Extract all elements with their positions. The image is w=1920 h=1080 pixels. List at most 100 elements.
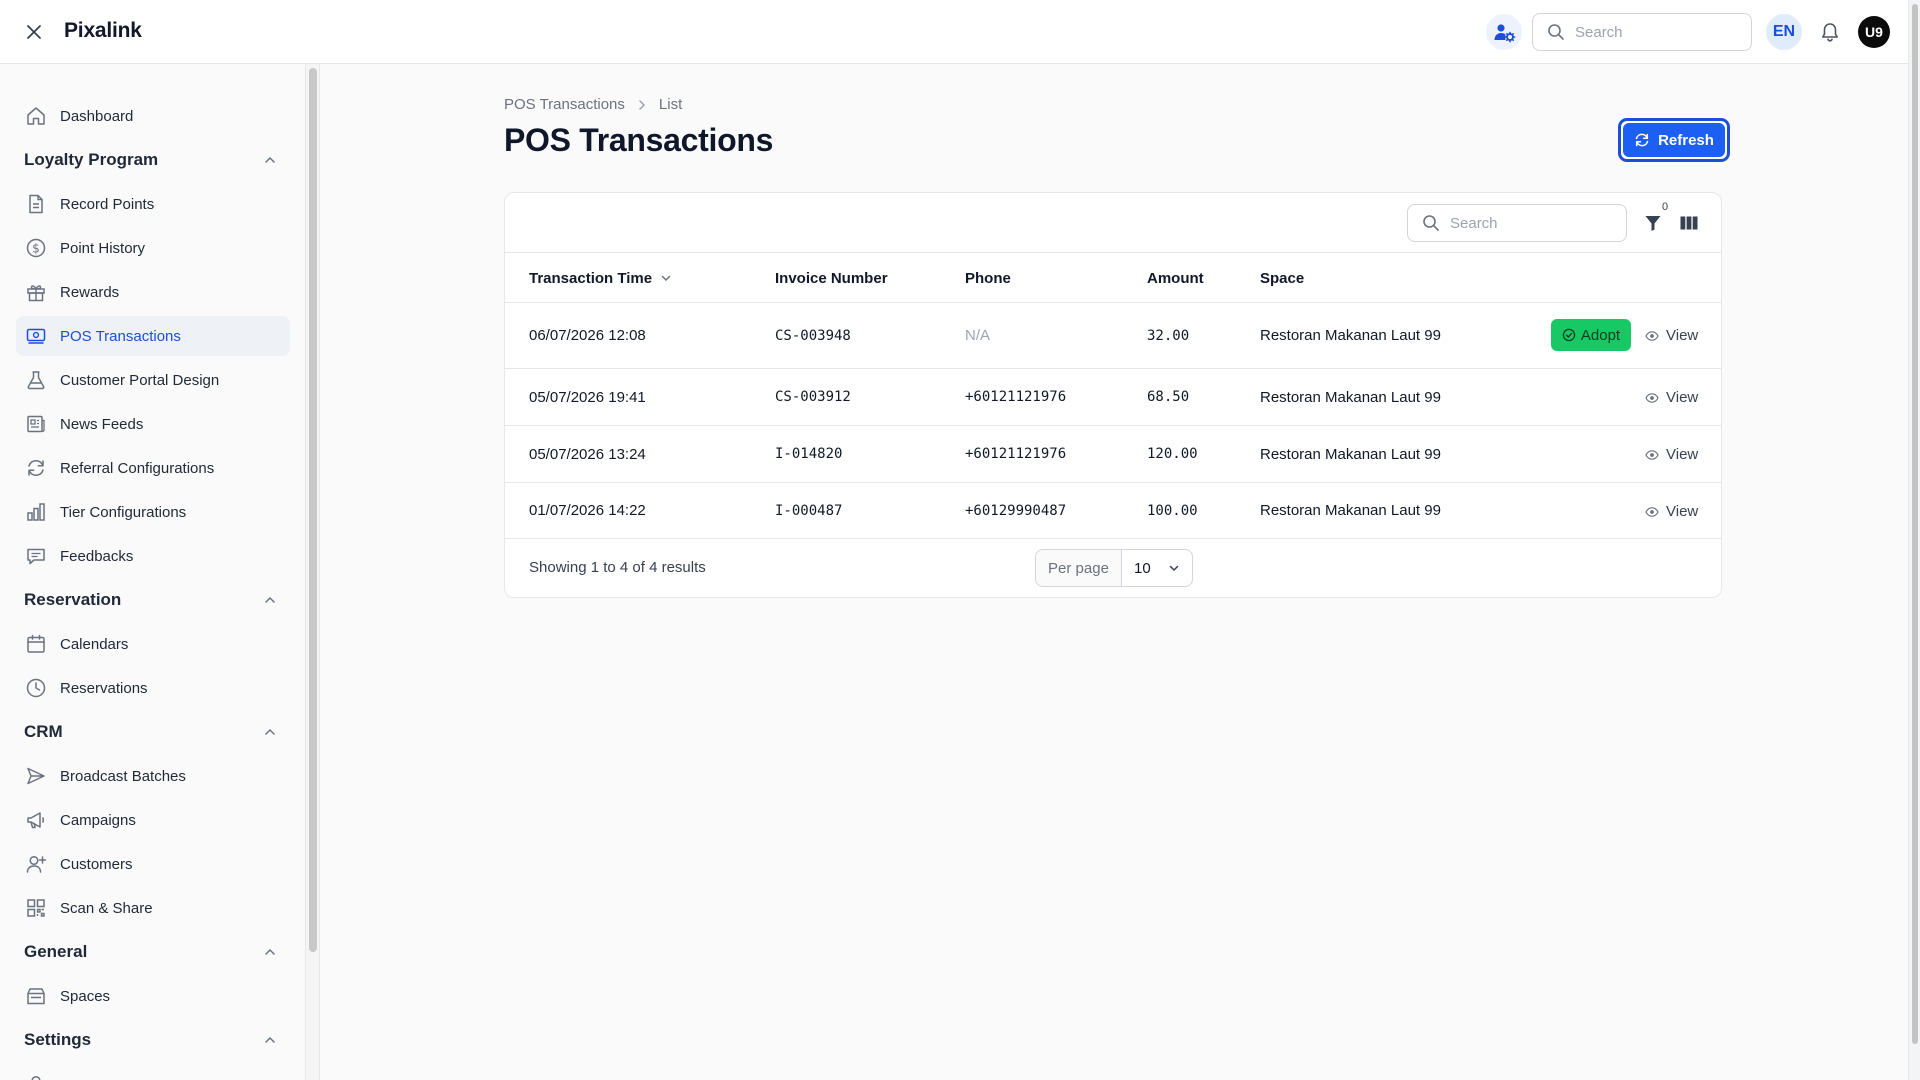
sidebar-item-point-history[interactable]: $ Point History (16, 228, 290, 268)
sidebar-group-settings[interactable]: Settings (24, 1026, 290, 1054)
per-page-value: 10 (1134, 559, 1151, 577)
sidebar-item-broadcast-batches[interactable]: Broadcast Batches (16, 756, 290, 796)
sidebar-group-label: Settings (24, 1030, 92, 1049)
sidebar-item-rewards[interactable]: Rewards (16, 272, 290, 312)
sidebar-scrollbar[interactable] (306, 64, 320, 1080)
sidebar-item-feedbacks[interactable]: Feedbacks (16, 536, 290, 576)
sidebar-item-label: Reservations (60, 679, 148, 697)
chat-bubble-icon (24, 544, 48, 568)
table-row: 06/07/2026 12:08 CS-003948 N/A 32.00 Res… (505, 303, 1721, 369)
sidebar-item-scan-share[interactable]: Scan & Share (16, 888, 290, 928)
global-search[interactable] (1532, 13, 1752, 51)
per-page-select[interactable]: 10 (1122, 550, 1192, 586)
sidebar-item-pos-transactions[interactable]: POS Transactions (16, 316, 290, 356)
chevron-up-icon (260, 150, 280, 170)
table-header: Transaction Time Invoice Number Phone Am… (505, 253, 1721, 303)
view-link[interactable]: View (1645, 389, 1698, 406)
sidebar-item-dashboard[interactable]: Dashboard (16, 96, 290, 136)
sidebar-item-label: Calendars (60, 635, 129, 653)
cell-amount: 68.50 (1147, 389, 1190, 405)
sidebar-item-referral-configurations[interactable]: Referral Configurations (16, 448, 290, 488)
cell-transaction-time: 05/07/2026 13:24 (529, 445, 646, 463)
sidebar-item-label: Scan & Share (60, 899, 153, 917)
table-search[interactable] (1407, 204, 1627, 242)
sidebar-item-label: Record Points (60, 195, 155, 213)
cell-amount: 120.00 (1147, 446, 1198, 462)
sidebar-group-label: Loyalty Program (24, 150, 159, 169)
sidebar-scrollbar-thumb[interactable] (309, 68, 317, 952)
view-link[interactable]: View (1645, 327, 1698, 344)
sidebar-item-label: Tier Configurations (60, 503, 187, 521)
avatar[interactable]: U9 (1858, 16, 1890, 48)
table-footer: Showing 1 to 4 of 4 results Per page 10 (505, 539, 1721, 597)
column-header-transaction-time[interactable]: Transaction Time (529, 253, 672, 303)
sidebar-group-loyalty-program[interactable]: Loyalty Program (24, 146, 290, 174)
view-link[interactable]: View (1645, 503, 1698, 520)
sidebar-item-calendars[interactable]: Calendars (16, 624, 290, 664)
sidebar-item-campaigns[interactable]: Campaigns (16, 800, 290, 840)
sidebar-item-label: Point History (60, 239, 146, 257)
columns-icon[interactable] (1677, 211, 1701, 235)
home-icon (24, 104, 48, 128)
cell-phone: +60129990487 (965, 502, 1067, 519)
bell-icon[interactable] (1816, 18, 1844, 46)
close-icon[interactable] (22, 20, 46, 44)
column-header-label: Space (1260, 269, 1305, 287)
sidebar-group-crm[interactable]: CRM (24, 718, 290, 746)
search-icon (1548, 24, 1564, 40)
table-search-input[interactable] (1450, 214, 1610, 232)
column-header-amount: Amount (1147, 253, 1204, 303)
check-circle-icon (1562, 328, 1576, 342)
column-header-label: Invoice Number (775, 269, 888, 287)
send-icon (24, 764, 48, 788)
top-bar: Pixalink EN U9 (0, 0, 1908, 64)
sidebar: Dashboard Loyalty Program Record Points … (0, 64, 306, 1080)
sidebar-item-news-feeds[interactable]: News Feeds (16, 404, 290, 444)
language-switcher[interactable]: EN (1766, 14, 1802, 50)
chevron-up-icon (260, 722, 280, 742)
column-header-label: Amount (1147, 269, 1204, 287)
refresh-button[interactable]: Refresh (1618, 118, 1730, 162)
sidebar-group-general[interactable]: General (24, 938, 290, 966)
chevron-up-icon (260, 1030, 280, 1050)
per-page-control: Per page 10 (1035, 549, 1193, 587)
refresh-arrows-icon (24, 456, 48, 480)
table-row: 01/07/2026 14:22 I-000487 +60129990487 1… (505, 483, 1721, 539)
user-icon (24, 1072, 48, 1080)
sidebar-group-reservation[interactable]: Reservation (24, 586, 290, 614)
adopt-button[interactable]: Adopt (1551, 319, 1631, 351)
refresh-icon (1635, 133, 1649, 147)
sidebar-item-customers[interactable]: Customers (16, 844, 290, 884)
sidebar-item-reservations[interactable]: Reservations (16, 668, 290, 708)
page-scrollbar[interactable] (1908, 0, 1920, 1080)
column-header-space: Space (1260, 253, 1304, 303)
filter-icon[interactable] (1641, 211, 1665, 235)
table-row: 05/07/2026 19:41 CS-003912 +60121121976 … (505, 369, 1721, 426)
page-scrollbar-thumb[interactable] (1912, 4, 1918, 1044)
global-search-input[interactable] (1575, 23, 1735, 41)
cell-space: Restoran Makanan Laut 99 (1260, 502, 1441, 519)
column-header-label: Transaction Time (529, 269, 653, 287)
sidebar-item-spaces[interactable]: Spaces (16, 976, 290, 1016)
view-label: View (1666, 503, 1699, 520)
adopt-label: Adopt (1580, 326, 1621, 344)
table-row: 05/07/2026 13:24 I-014820 +60121121976 1… (505, 426, 1721, 483)
view-link[interactable]: View (1645, 446, 1698, 463)
sidebar-item-label: POS Transactions (60, 327, 181, 345)
sidebar-item-label: Rewards (60, 283, 120, 301)
sidebar-group-label: Reservation (24, 590, 122, 609)
eye-icon (1645, 392, 1659, 403)
sidebar-item-settings-child[interactable] (16, 1064, 290, 1080)
transactions-table-card: 0 Transaction Time Invoice Number Phone … (504, 192, 1722, 598)
sidebar-item-tier-configurations[interactable]: Tier Configurations (16, 492, 290, 532)
document-icon (24, 192, 48, 216)
clock-icon (24, 676, 48, 700)
sidebar-item-record-points[interactable]: Record Points (16, 184, 290, 224)
svg-text:$: $ (32, 241, 40, 255)
cell-invoice-number: CS-003912 (775, 389, 851, 405)
breadcrumb-item-pos-transactions[interactable]: POS Transactions (504, 96, 625, 113)
sidebar-item-customer-portal-design[interactable]: Customer Portal Design (16, 360, 290, 400)
gift-icon (24, 280, 48, 304)
sidebar-group-label: General (24, 942, 88, 961)
user-settings-icon[interactable] (1486, 14, 1522, 50)
